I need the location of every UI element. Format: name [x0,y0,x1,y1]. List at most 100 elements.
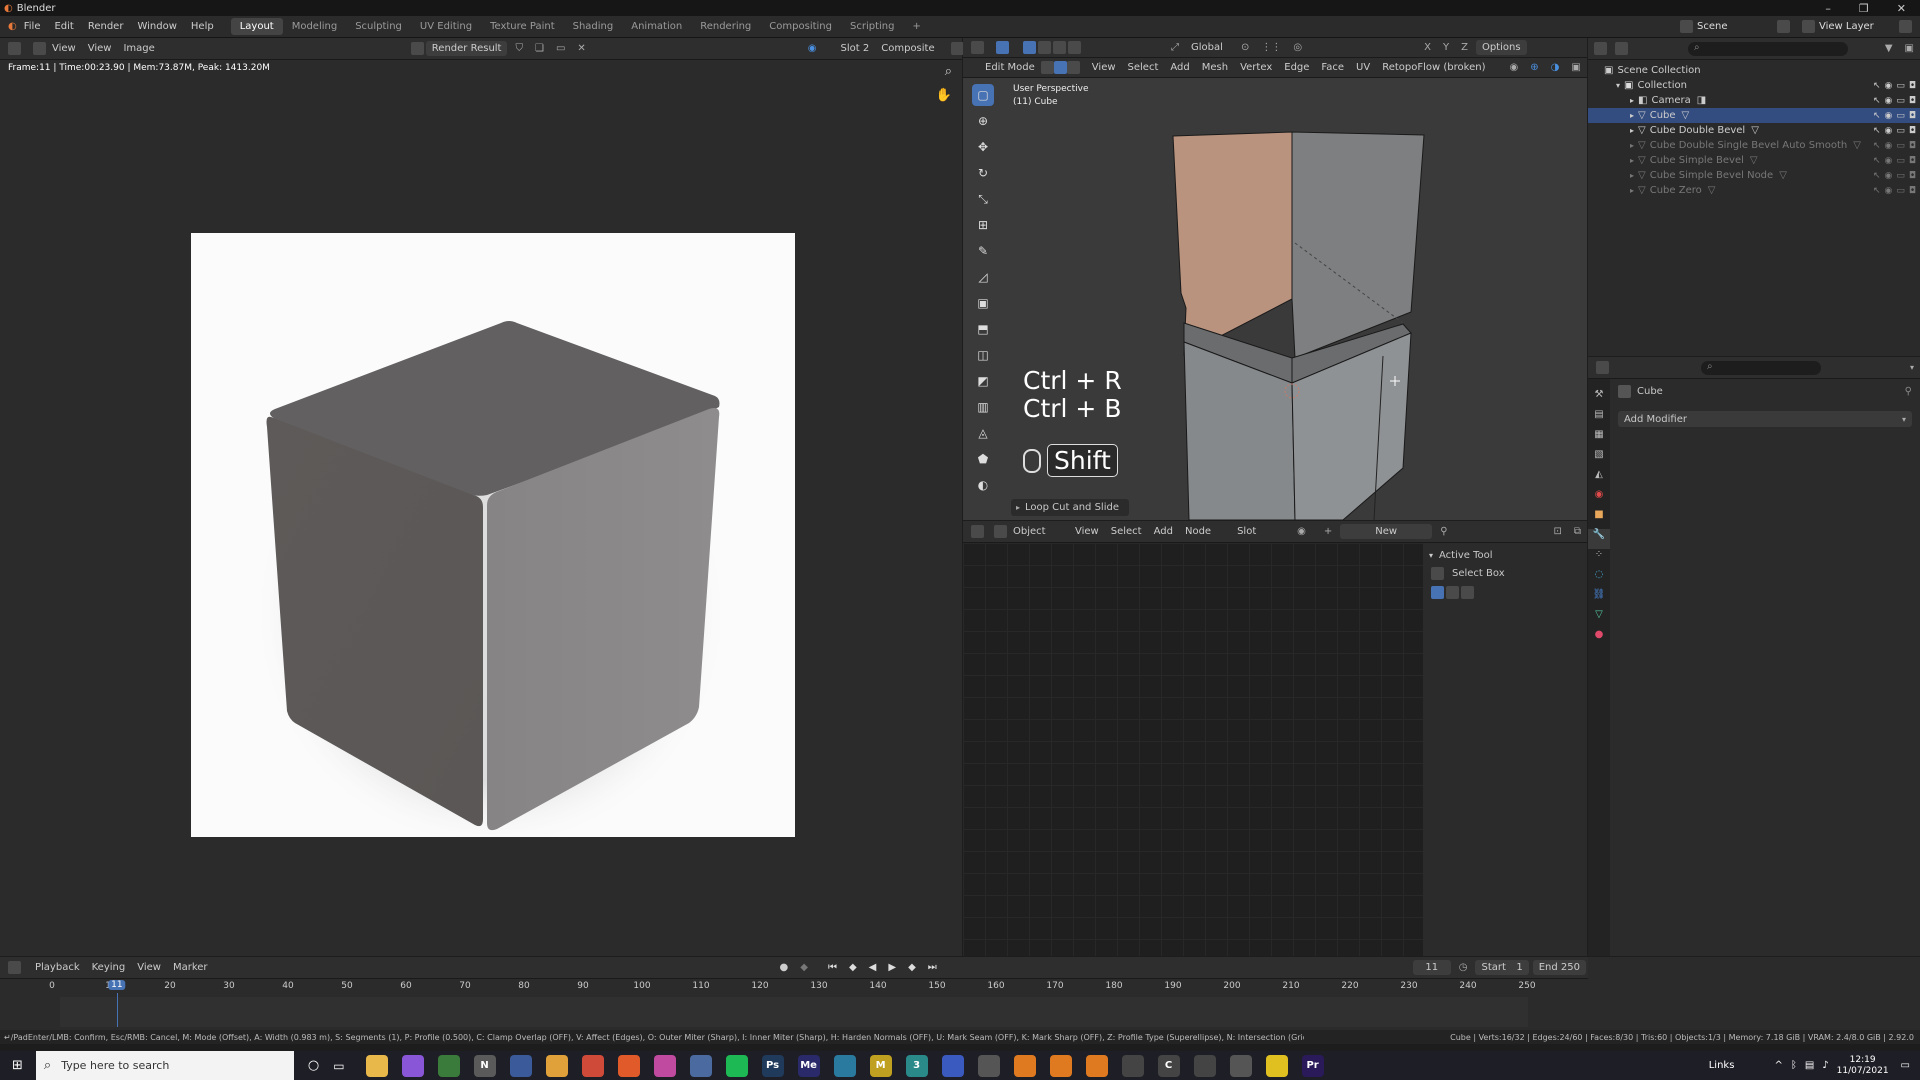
menu-select[interactable]: Select [1122,62,1165,73]
tool-tab-icon[interactable]: ⚒ [1588,389,1610,409]
eye-icon[interactable]: ◉ [1885,126,1893,136]
tool-select-icon[interactable] [996,41,1009,54]
menu-view-2[interactable]: View [82,43,118,54]
mesh-data-icon[interactable]: ▽ [1708,185,1716,196]
taskbar-app-icon[interactable] [365,1054,388,1077]
taskbar-app-icon[interactable] [1013,1054,1036,1077]
knife-tool-icon[interactable]: ◬ [972,422,994,444]
taskbar-app-icon[interactable] [1049,1054,1072,1077]
add-modifier-dropdown[interactable]: Add Modifier ▾ [1618,411,1912,427]
outliner-row-cube-zero[interactable]: ▸ ▽ Cube Zero ▽ ↖ ◉ ▭ ◘ [1588,183,1920,198]
eye-icon[interactable]: ◉ [1885,81,1893,91]
rotate-tool-icon[interactable]: ↻ [972,162,994,184]
eye-icon[interactable]: ◉ [1885,96,1893,106]
display-mode-icon[interactable] [1615,42,1628,55]
xray-icon[interactable]: ▣ [1565,62,1586,73]
tab-scripting[interactable]: Scripting [841,18,903,35]
viewport-icon[interactable]: ▭ [1896,96,1905,106]
scale-tool-icon[interactable]: ⤡ [972,188,994,210]
viewport-icon[interactable]: ▭ [1896,111,1905,121]
menu-mesh[interactable]: Mesh [1196,62,1234,73]
select-mode-subtract-icon[interactable] [1053,41,1066,54]
selectable-icon[interactable]: ↖ [1873,96,1881,106]
unlink-icon[interactable]: ✕ [571,43,591,54]
camera-data-icon[interactable]: ◨ [1697,95,1706,106]
scene-name[interactable]: Scene [1697,21,1777,32]
taskbar-app-icon[interactable]: N [473,1054,496,1077]
gizmo-icon[interactable]: ⊕ [1524,62,1544,73]
select-box-tool-icon[interactable] [1431,567,1444,580]
jump-end-icon[interactable]: ⏭ [922,962,943,973]
record-icon[interactable]: ● [774,962,795,973]
new-material-icon[interactable]: + [1318,526,1338,537]
menu-add[interactable]: Add [1164,62,1195,73]
expand-arrow-icon[interactable]: ▸ [1630,111,1634,120]
scene-collection-row[interactable]: ▣ Scene Collection [1588,63,1920,78]
select-subtract-icon[interactable] [1461,586,1474,599]
task-view-icon[interactable]: ▭ [333,1059,344,1073]
overlay-icon[interactable]: ◑ [1545,62,1566,73]
selectable-icon[interactable]: ↖ [1873,81,1881,91]
poly-build-tool-icon[interactable]: ⬟ [972,448,994,470]
eye-icon[interactable]: ◉ [1885,141,1893,151]
minimize-icon[interactable]: – [1825,2,1831,15]
selectable-icon[interactable]: ↖ [1873,126,1881,136]
scene-tab-icon[interactable]: ◭ [1588,469,1610,489]
taskbar-app-icon[interactable] [617,1054,640,1077]
transform-tool-icon[interactable]: ⊞ [972,214,994,236]
outliner-type-icon[interactable] [1594,42,1607,55]
spin-tool-icon[interactable]: ◐ [972,474,994,496]
cursor-tool-icon[interactable]: ⊕ [972,110,994,132]
timeline-range[interactable] [60,997,1528,1027]
retopoflow-menu[interactable]: RetopoFlow (broken) [1376,62,1491,73]
menu-help[interactable]: Help [184,21,221,32]
vertex-select-icon[interactable] [1040,61,1054,74]
physics-tab-icon[interactable]: ◌ [1588,569,1610,589]
outliner-row-cube-double-single-bevel-auto-smooth[interactable]: ▸ ▽ Cube Double Single Bevel Auto Smooth ▽ ↖… [1588,138,1920,153]
end-frame-field[interactable]: End 250 [1532,960,1586,975]
data-tab-icon[interactable]: ▽ [1588,609,1610,629]
viewport-icon[interactable]: ▭ [1896,81,1905,91]
timeline-ruler[interactable]: 0102030405060708090100110120130140150160… [0,980,1588,995]
viewport-editor-icon[interactable] [971,41,984,54]
viewport-icon[interactable]: ▭ [1896,171,1905,181]
taskbar-app-icon[interactable] [509,1054,532,1077]
mesh-data-icon[interactable]: ▽ [1682,110,1690,121]
tab-uv-editing[interactable]: UV Editing [411,18,481,35]
outliner-search-field[interactable]: ⌕ [1688,41,1848,56]
taskbar-app-icon[interactable] [833,1054,856,1077]
world-tab-icon[interactable]: ◉ [1588,489,1610,509]
options-dropdown[interactable]: Options [1475,40,1527,55]
menu-view[interactable]: View [46,43,82,54]
face-select-icon[interactable] [1066,61,1080,74]
jump-start-icon[interactable]: ⏮ [822,962,843,973]
taskbar-app-icon[interactable] [1085,1054,1108,1077]
new-collection-icon[interactable]: ▣ [1899,43,1920,54]
constraints-tab-icon[interactable]: ⛓ [1588,589,1610,609]
visibility-icon[interactable]: ◉ [1503,62,1524,73]
mirror-x-icon[interactable]: X [1418,42,1437,53]
select-mode-invert-icon[interactable] [1068,41,1081,54]
taskbar-app-icon[interactable] [545,1054,568,1077]
tray-volume-icon[interactable]: ♪ [1822,1060,1828,1071]
outliner-row-cube-simple-bevel-node[interactable]: ▸ ▽ Cube Simple Bevel Node ▽ ↖ ◉ ▭ ◘ [1588,168,1920,183]
select-extend-icon[interactable] [1446,586,1459,599]
render-tab-icon[interactable]: ▤ [1588,409,1610,429]
scene-icon[interactable] [1680,20,1693,33]
pivot-icon[interactable]: ⊙ [1235,42,1255,53]
backdrop-icon[interactable]: ⧉ [1568,526,1587,537]
view-layer-icon[interactable] [1802,20,1815,33]
taskbar-app-icon[interactable]: M [869,1054,892,1077]
properties-type-icon[interactable] [1596,361,1609,374]
render-icon[interactable]: ◘ [1909,81,1916,91]
edge-select-icon[interactable] [1053,61,1067,74]
bevel-tool-icon[interactable]: ◩ [972,370,994,392]
tab-texture-paint[interactable]: Texture Paint [481,18,564,35]
timeline-type-icon[interactable] [8,961,21,974]
outliner-row-collection[interactable]: ▾ ▣ Collection ↖ ◉ ▭ ◘ [1588,78,1920,93]
menu-view[interactable]: View [131,962,167,973]
taskbar-app-icon[interactable] [1229,1054,1252,1077]
select-mode-new-icon[interactable] [1023,41,1036,54]
mesh-data-icon[interactable]: ▽ [1751,125,1759,136]
tab-layout[interactable]: Layout [230,18,283,35]
